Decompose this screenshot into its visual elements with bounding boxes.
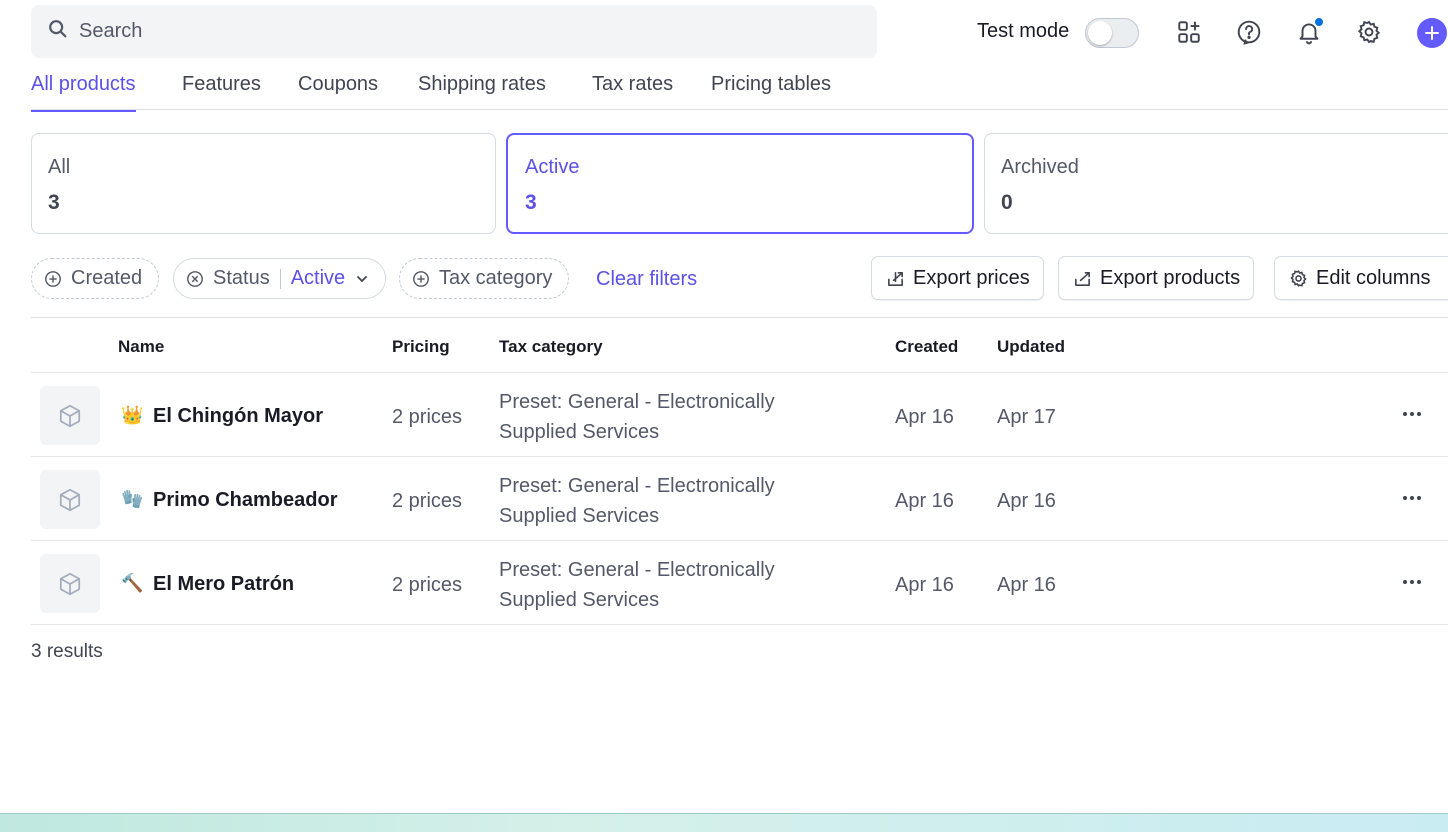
results-count: 3 results <box>31 641 103 662</box>
export-prices-label: Export prices <box>913 266 1030 289</box>
product-created: Apr 16 <box>895 490 954 512</box>
edit-columns-label: Edit columns <box>1316 266 1431 289</box>
product-emoji: 🧤 <box>121 489 144 509</box>
filter-status[interactable]: Status Active <box>173 258 387 299</box>
create-button[interactable] <box>1417 18 1447 48</box>
product-created: Apr 16 <box>895 406 954 428</box>
search-bar[interactable] <box>31 5 877 58</box>
product-updated: Apr 16 <box>997 574 1056 596</box>
export-products-label: Export products <box>1100 266 1241 289</box>
filter-tax-category-label: Tax category <box>439 267 553 289</box>
filter-created-label: Created <box>71 267 143 289</box>
column-header-tax-category[interactable]: Tax category <box>499 337 603 357</box>
tab-tax-rates[interactable]: Tax rates <box>592 73 673 110</box>
status-card-active[interactable]: Active 3 <box>506 133 974 234</box>
chevron-down-icon <box>357 275 368 282</box>
tab-features[interactable]: Features <box>182 73 261 110</box>
add-circle-icon <box>45 270 61 287</box>
product-image-placeholder <box>40 386 100 445</box>
product-created: Apr 16 <box>895 574 954 596</box>
edit-columns-button[interactable]: Edit columns <box>1274 256 1448 300</box>
product-name[interactable]: El Chingón Mayor <box>153 405 323 428</box>
status-card-label: Archived <box>1001 156 1079 178</box>
column-header-name[interactable]: Name <box>118 337 164 357</box>
status-card-count: 3 <box>48 191 60 214</box>
filter-status-value: Active <box>290 267 346 289</box>
status-card-archived[interactable]: Archived 0 <box>984 133 1448 234</box>
product-updated: Apr 16 <box>997 490 1056 512</box>
product-name[interactable]: El Mero Patrón <box>153 573 294 596</box>
table-row[interactable]: 🧤 Primo Chambeador 2 prices Preset: Gene… <box>31 457 1448 541</box>
box-icon <box>59 404 81 427</box>
product-image-placeholder <box>40 554 100 613</box>
export-prices-button[interactable]: Export prices <box>871 256 1044 300</box>
table-row[interactable]: 👑 El Chingón Mayor 2 prices Preset: Gene… <box>31 373 1448 457</box>
product-emoji: 🔨 <box>121 573 144 593</box>
test-mode-toggle[interactable] <box>1085 18 1139 48</box>
search-input[interactable] <box>79 20 779 43</box>
help-icon[interactable] <box>1235 18 1263 46</box>
column-header-created[interactable]: Created <box>895 337 958 357</box>
column-header-updated[interactable]: Updated <box>997 337 1065 357</box>
tab-coupons[interactable]: Coupons <box>298 73 378 110</box>
add-circle-icon <box>413 270 429 287</box>
product-tax-category: Preset: General - Electronically Supplie… <box>499 559 775 611</box>
row-more-icon[interactable] <box>1399 485 1425 511</box>
notification-dot <box>1315 18 1323 26</box>
status-card-all[interactable]: All 3 <box>31 133 496 234</box>
table-header: Name Pricing Tax category Created Update… <box>31 318 1448 373</box>
clear-filters-link[interactable]: Clear filters <box>596 268 697 291</box>
status-card-label: Active <box>525 156 580 178</box>
table-row[interactable]: 🔨 El Mero Patrón 2 prices Preset: Genera… <box>31 541 1448 625</box>
tab-pricing-tables[interactable]: Pricing tables <box>711 73 831 110</box>
product-pricing: 2 prices <box>392 574 463 596</box>
filter-tax-category[interactable]: Tax category <box>399 258 570 299</box>
product-tabs: All products Features Coupons Shipping r… <box>31 60 1448 112</box>
tab-shipping-rates[interactable]: Shipping rates <box>418 73 546 110</box>
gear-icon[interactable] <box>1355 18 1383 46</box>
export-products-button[interactable]: Export products <box>1058 256 1255 300</box>
product-pricing: 2 prices <box>392 490 463 512</box>
export-icon <box>1075 271 1090 286</box>
product-emoji: 👑 <box>121 405 144 425</box>
column-header-pricing[interactable]: Pricing <box>392 337 450 357</box>
bell-icon[interactable] <box>1295 18 1323 46</box>
divider <box>279 268 281 289</box>
export-icon <box>888 271 903 286</box>
products-table: Name Pricing Tax category Created Update… <box>31 317 1448 625</box>
status-card-count: 0 <box>1001 191 1013 214</box>
apps-add-icon[interactable] <box>1175 18 1203 46</box>
product-updated: Apr 17 <box>997 406 1056 428</box>
product-pricing: 2 prices <box>392 406 463 428</box>
toggle-knob <box>1088 21 1112 45</box>
gear-icon <box>1290 269 1307 287</box>
filter-created[interactable]: Created <box>31 258 160 299</box>
row-more-icon[interactable] <box>1399 401 1425 427</box>
plus-icon <box>1425 26 1439 40</box>
box-icon <box>59 572 81 595</box>
filter-status-label: Status <box>213 267 270 289</box>
product-image-placeholder <box>40 470 100 529</box>
row-more-icon[interactable] <box>1399 569 1425 595</box>
remove-circle-icon[interactable] <box>186 270 204 288</box>
product-tax-category: Preset: General - Electronically Supplie… <box>499 475 775 527</box>
test-mode-label: Test mode <box>977 20 1070 42</box>
search-icon <box>47 18 69 45</box>
status-card-count: 3 <box>525 191 537 214</box>
tab-all-products[interactable]: All products <box>31 73 136 112</box>
box-icon <box>59 488 81 511</box>
status-card-label: All <box>48 156 71 178</box>
product-tax-category: Preset: General - Electronically Supplie… <box>499 391 775 443</box>
product-name[interactable]: Primo Chambeador <box>153 489 337 512</box>
taskbar <box>0 813 1448 832</box>
